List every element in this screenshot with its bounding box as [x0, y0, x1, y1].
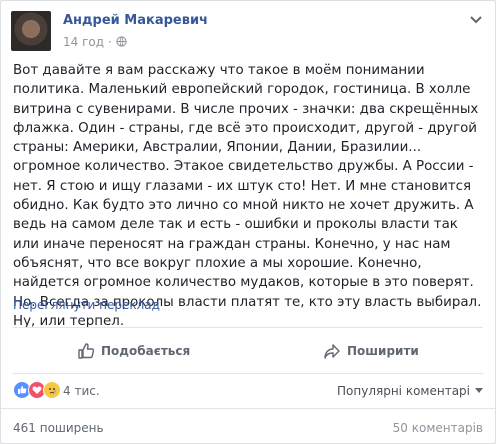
chevron-down-icon[interactable]	[469, 15, 483, 25]
like-button[interactable]: Подобається	[77, 329, 190, 373]
post-card: Андрей Макаревич 14 год · Вот давайте я в…	[0, 0, 496, 444]
reactions-count[interactable]: 4 тис.	[63, 384, 100, 398]
post-meta: 14 год ·	[63, 35, 127, 49]
share-button[interactable]: Поширити	[323, 329, 419, 373]
like-button-label: Подобається	[101, 344, 191, 358]
post-text: Вот давайте я вам расскажу что такое в м…	[13, 63, 482, 329]
post-timestamp[interactable]: 14 год	[63, 35, 104, 49]
author-avatar[interactable]	[11, 11, 51, 51]
see-translation-link[interactable]: Переглянути переклад	[13, 298, 160, 312]
divider	[13, 373, 483, 374]
reactions-summary[interactable]	[13, 381, 61, 399]
meta-separator: ·	[108, 35, 112, 49]
divider	[13, 327, 483, 328]
action-bar: Подобається Поширити	[1, 329, 495, 373]
caret-down-icon	[475, 388, 483, 393]
share-arrow-icon	[324, 344, 340, 359]
sad-reaction-icon	[43, 381, 61, 399]
divider	[1, 408, 495, 409]
comment-sort-label: Популярні коментарі	[337, 384, 470, 398]
thumbs-up-icon	[78, 343, 95, 359]
share-button-label: Поширити	[347, 344, 419, 358]
comment-sort-dropdown[interactable]: Популярні коментарі	[337, 384, 483, 398]
reactions-row: 4 тис. Популярні коментарі	[13, 379, 483, 401]
comments-count[interactable]: 50 коментарів	[393, 421, 483, 435]
author-name[interactable]: Андрей Макаревич	[63, 13, 208, 28]
shares-count[interactable]: 461 поширень	[13, 421, 104, 435]
post-header: Андрей Макаревич 14 год ·	[11, 11, 485, 55]
globe-icon[interactable]	[116, 36, 127, 47]
